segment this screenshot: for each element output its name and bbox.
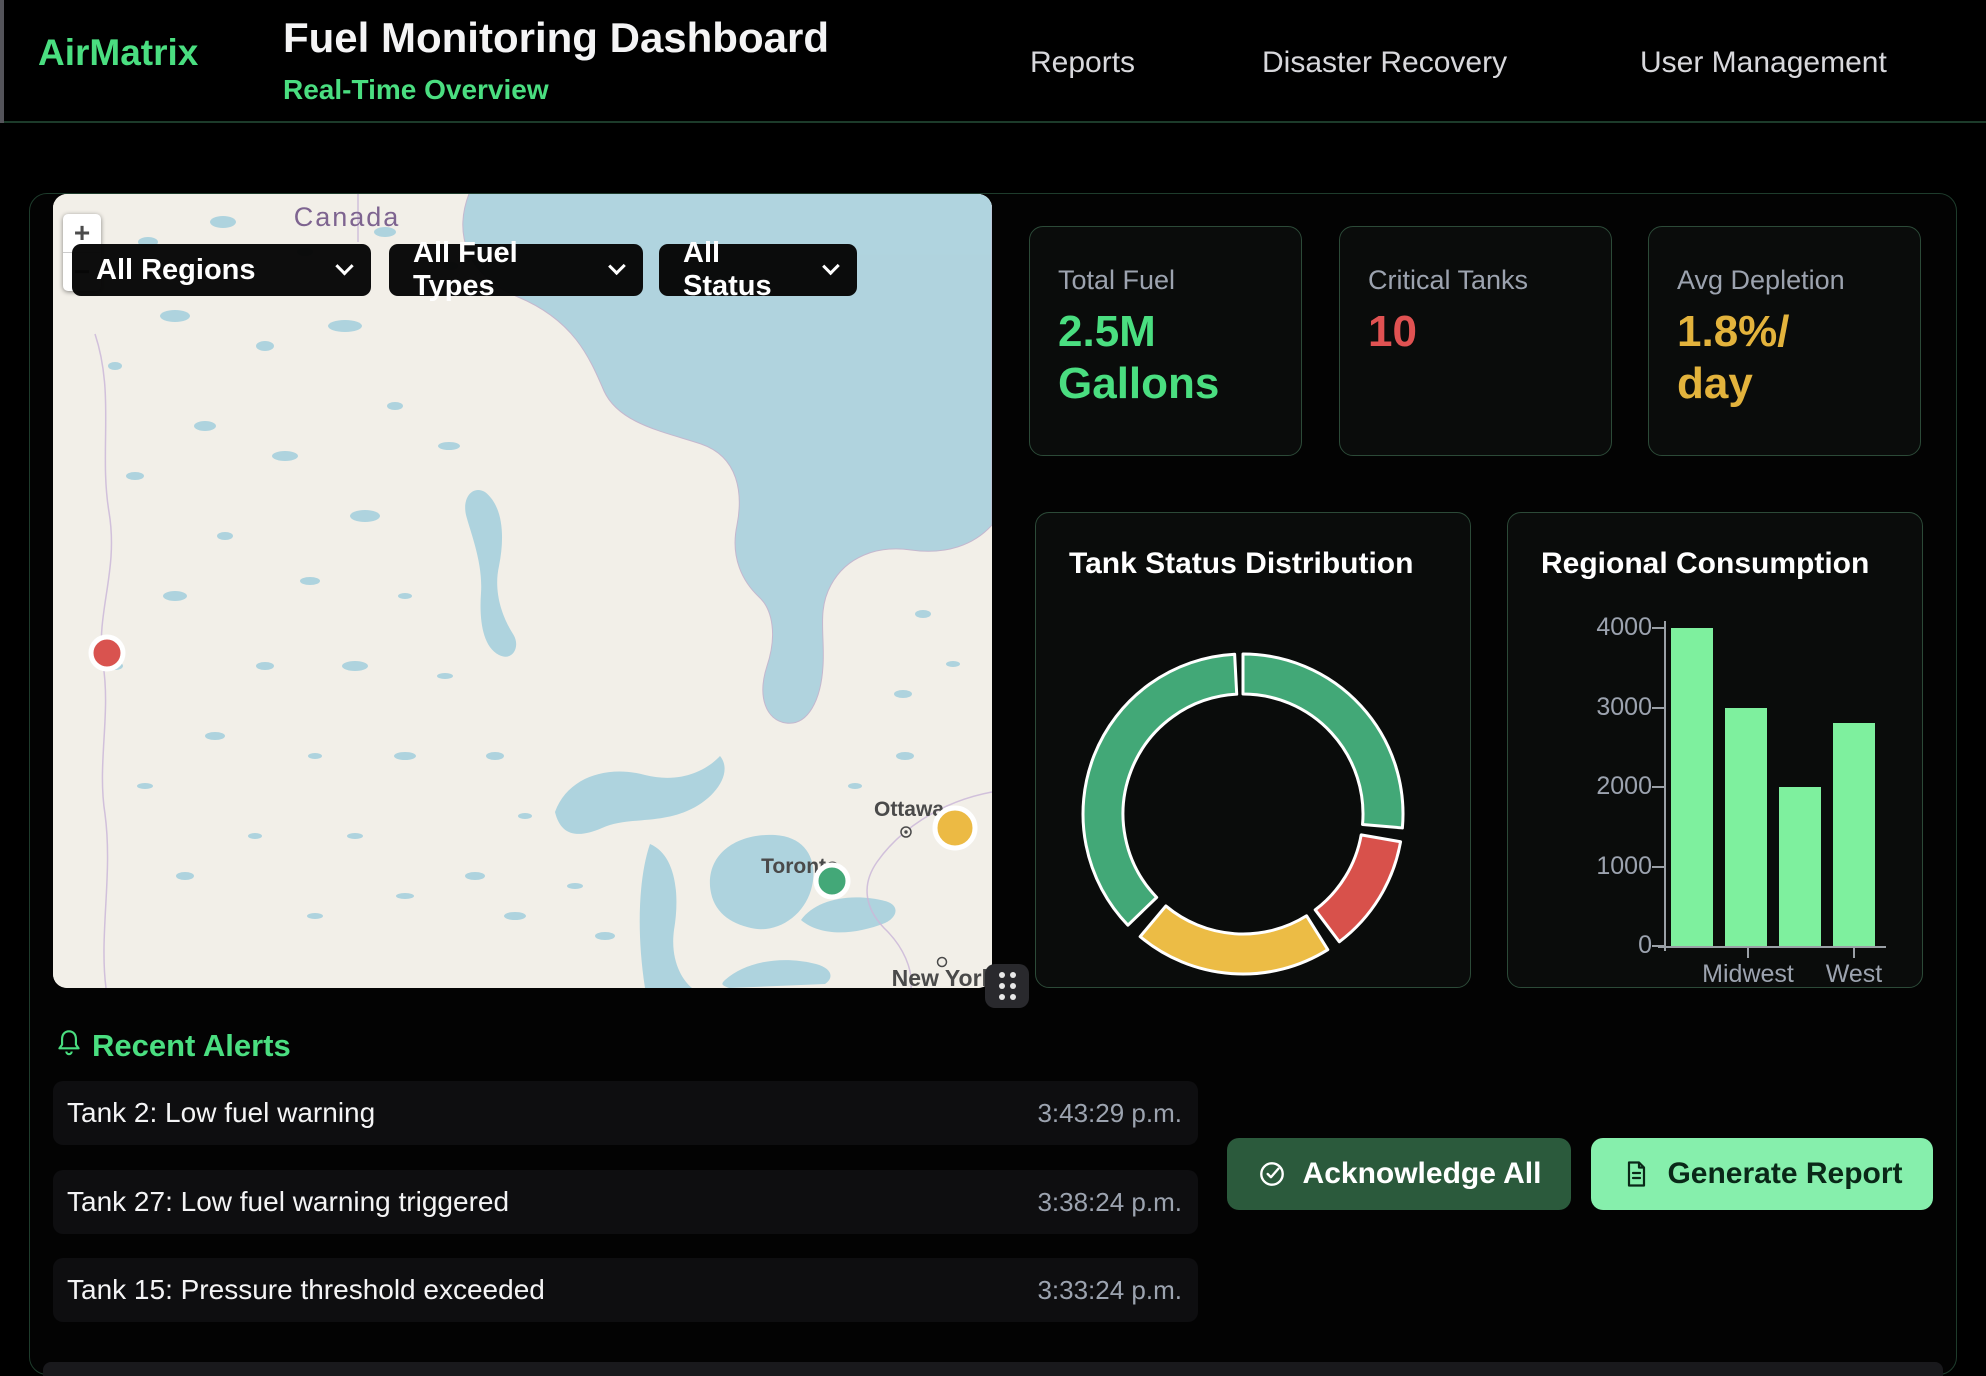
tank-status-chart-card: Tank Status Distribution — [1035, 512, 1471, 988]
chevron-down-icon — [335, 257, 353, 275]
map-label-new-york: New York — [892, 965, 992, 988]
tank-marker-warning[interactable] — [935, 808, 975, 848]
alerts-section-title: Recent Alerts — [92, 1028, 291, 1064]
acknowledge-all-label: Acknowledge All — [1303, 1157, 1542, 1191]
tank-marker-normal[interactable] — [816, 865, 848, 897]
alert-timestamp: 3:33:24 p.m. — [1037, 1275, 1182, 1306]
alert-timestamp: 3:43:29 p.m. — [1037, 1098, 1182, 1129]
stat-value: 1.8%/day — [1677, 306, 1920, 410]
alert-message: Tank 15: Pressure threshold exceeded — [67, 1274, 545, 1306]
chevron-down-icon — [608, 257, 626, 275]
alert-message: Tank 2: Low fuel warning — [67, 1097, 375, 1129]
alert-timestamp: 3:38:24 p.m. — [1037, 1187, 1182, 1218]
bell-icon — [53, 1026, 85, 1060]
filter-fuel-types-select[interactable]: All Fuel Types — [389, 244, 643, 296]
check-circle-icon — [1257, 1159, 1287, 1189]
chevron-down-icon — [822, 257, 839, 274]
filter-status-select[interactable]: All Status — [659, 244, 857, 296]
y-axis-line — [1664, 621, 1666, 951]
footer-strip — [43, 1362, 1943, 1376]
filter-regions-value: All Regions — [96, 254, 256, 287]
alert-row[interactable]: Tank 27: Low fuel warning triggered 3:38… — [53, 1170, 1198, 1234]
filter-fuel-types-value: All Fuel Types — [413, 237, 585, 303]
filter-regions-select[interactable]: All Regions — [72, 244, 371, 296]
window-edge — [0, 0, 4, 123]
stat-card-total-fuel: Total Fuel 2.5MGallons — [1029, 226, 1302, 456]
generate-report-button[interactable]: Generate Report — [1591, 1138, 1933, 1210]
stat-value: 2.5MGallons — [1058, 306, 1301, 410]
map-label-ottawa: Ottawa — [874, 798, 944, 821]
tank-marker-critical[interactable] — [91, 637, 123, 669]
generate-report-label: Generate Report — [1667, 1157, 1902, 1191]
alert-row[interactable]: Tank 15: Pressure threshold exceeded 3:3… — [53, 1258, 1198, 1322]
filter-status-value: All Status — [683, 237, 799, 303]
nav-user-management[interactable]: User Management — [1640, 46, 1887, 80]
map-resize-handle[interactable] — [985, 964, 1029, 1008]
stat-card-critical-tanks: Critical Tanks 10 — [1339, 226, 1612, 456]
nav-reports[interactable]: Reports — [1030, 46, 1135, 80]
dashboard-page: AirMatrix Fuel Monitoring Dashboard Real… — [0, 0, 1986, 1376]
map-canvas: Canada Ottawa Toronto New York — [53, 194, 992, 988]
page-subtitle: Real-Time Overview — [283, 74, 549, 106]
stat-label: Critical Tanks — [1368, 265, 1611, 296]
header: AirMatrix Fuel Monitoring Dashboard Real… — [0, 0, 1986, 123]
nav-disaster-recovery[interactable]: Disaster Recovery — [1262, 46, 1507, 80]
app-logo: AirMatrix — [38, 32, 198, 74]
acknowledge-all-button[interactable]: Acknowledge All — [1227, 1138, 1571, 1210]
stat-label: Total Fuel — [1058, 265, 1301, 296]
map-panel[interactable]: Canada Ottawa Toronto New York + − All R… — [53, 194, 992, 988]
alert-row[interactable]: Tank 2: Low fuel warning 3:43:29 p.m. — [53, 1081, 1198, 1145]
alert-message: Tank 27: Low fuel warning triggered — [67, 1186, 509, 1218]
document-icon — [1621, 1159, 1651, 1189]
stat-label: Avg Depletion — [1677, 265, 1920, 296]
map-label-canada: Canada — [294, 202, 401, 232]
x-axis-line — [1658, 946, 1886, 948]
stat-value: 10 — [1368, 306, 1611, 358]
regional-consumption-chart-card: Regional Consumption 01000200030004000Mi… — [1507, 512, 1923, 988]
page-title: Fuel Monitoring Dashboard — [283, 14, 829, 62]
regional-consumption-bar-chart: 01000200030004000MidwestWest — [1508, 513, 1924, 989]
tank-status-donut-chart — [1036, 513, 1472, 989]
stat-card-avg-depletion: Avg Depletion 1.8%/day — [1648, 226, 1921, 456]
